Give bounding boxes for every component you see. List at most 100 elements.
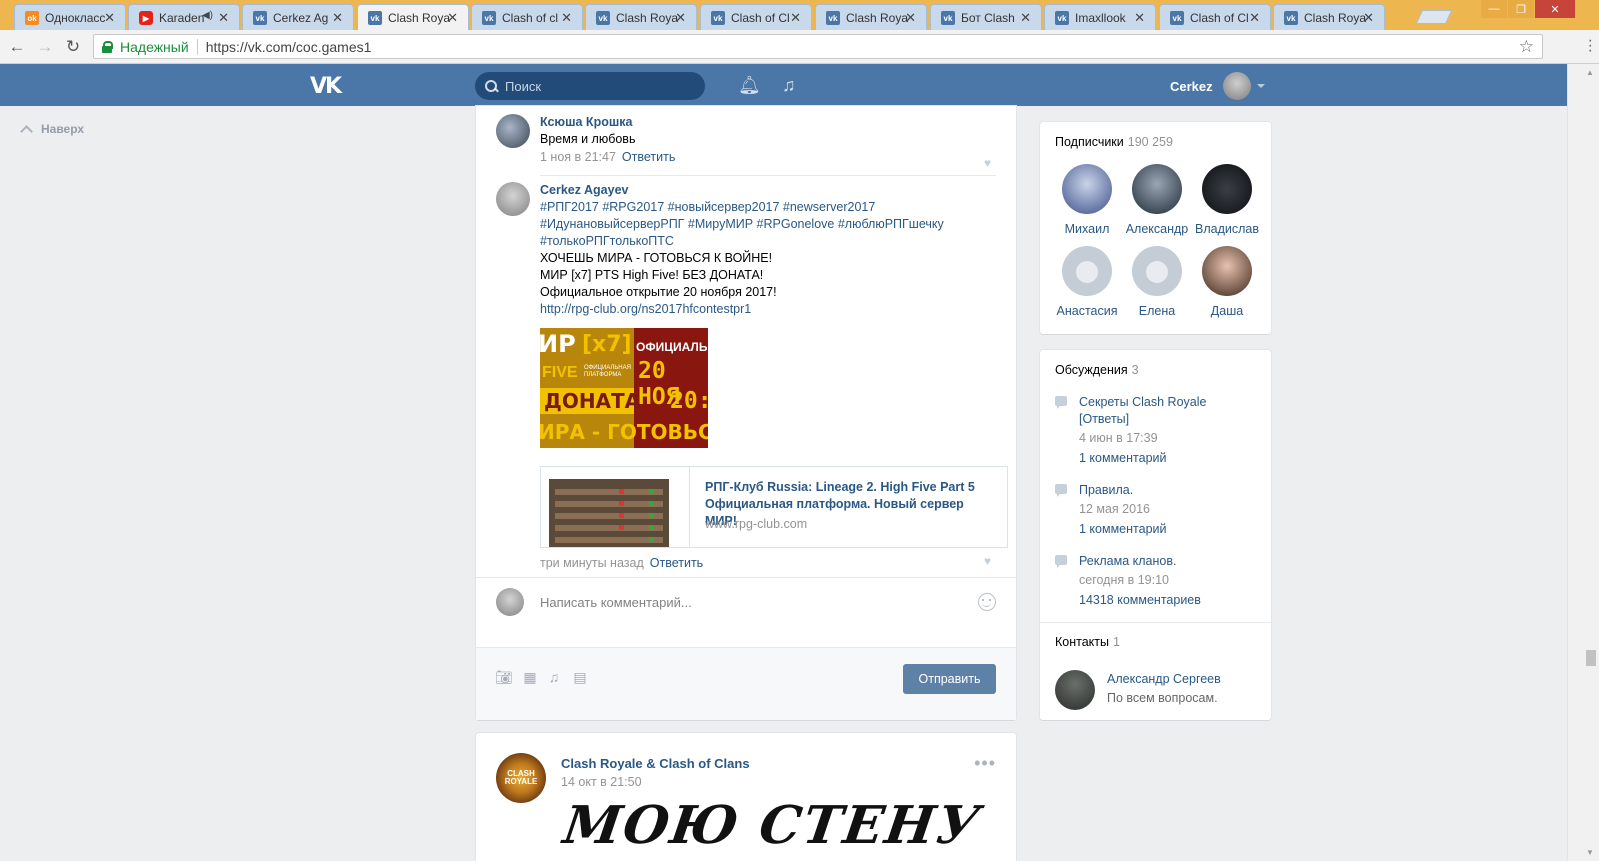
reload-icon[interactable]: ↻ bbox=[62, 36, 84, 58]
close-icon[interactable]: ✕ bbox=[332, 10, 343, 26]
minimize-icon[interactable]: — bbox=[1481, 0, 1507, 18]
comment-link[interactable]: http://rpg-club.org/ns2017hfcontestpr1 bbox=[540, 301, 996, 318]
user-menu[interactable]: Cerkez bbox=[1170, 72, 1265, 100]
close-icon[interactable]: ✕ bbox=[218, 10, 229, 26]
block-title[interactable]: Контакты bbox=[1055, 635, 1109, 649]
tab-youtube[interactable]: ▶ Karaden ◀) ✕ bbox=[128, 4, 240, 30]
avatar[interactable] bbox=[1055, 670, 1095, 710]
close-icon[interactable]: ✕ bbox=[1020, 10, 1031, 26]
music-icon[interactable]: ♫ bbox=[782, 75, 796, 96]
link-snippet[interactable]: РПГ-Клуб Russia: Lineage 2. High Five Pa… bbox=[540, 466, 1008, 548]
close-icon[interactable]: ✕ bbox=[1134, 10, 1145, 26]
close-icon[interactable]: ✕ bbox=[1363, 10, 1374, 26]
document-icon[interactable]: ▤ bbox=[572, 669, 588, 685]
video-icon[interactable]: ▦ bbox=[522, 669, 538, 685]
scroll-down-icon[interactable]: ▼ bbox=[1586, 848, 1594, 857]
discussion-comments[interactable]: 1 комментарий bbox=[1079, 448, 1254, 468]
discussion-item[interactable]: Секреты Clash Royale [Ответы] 4 июн в 17… bbox=[1055, 394, 1255, 474]
tab-clash-of-clans[interactable]: vk Clash of cl ✕ bbox=[471, 4, 583, 30]
bookmark-star-icon[interactable]: ☆ bbox=[1519, 37, 1534, 57]
block-title[interactable]: Обсуждения bbox=[1055, 363, 1128, 377]
scroll-top-label: Наверх bbox=[41, 122, 85, 136]
emoji-icon[interactable] bbox=[978, 593, 996, 611]
hashtags[interactable]: #толькоРПГтолькоПТС bbox=[540, 233, 996, 250]
comment-author[interactable]: Ксюша Крошка bbox=[540, 114, 996, 131]
close-icon[interactable]: ✕ bbox=[790, 10, 801, 26]
new-tab-button[interactable] bbox=[1415, 10, 1453, 24]
close-icon[interactable]: ✕ bbox=[905, 10, 916, 26]
discussion-title[interactable]: Секреты Clash Royale [Ответы] bbox=[1079, 394, 1254, 428]
tab-clash-royale[interactable]: vk Clash Roya ✕ bbox=[1273, 4, 1385, 30]
more-icon[interactable]: ••• bbox=[974, 753, 996, 774]
like-heart-icon[interactable]: ♥ bbox=[984, 555, 996, 567]
close-icon[interactable]: ✕ bbox=[1249, 10, 1260, 26]
tab-clash-royale[interactable]: vk Clash Roya ✕ bbox=[585, 4, 697, 30]
speaker-icon[interactable]: ◀) bbox=[202, 10, 213, 21]
member-item[interactable]: Михаил bbox=[1052, 164, 1122, 236]
address-bar[interactable]: Надежный https://vk.com/coc.games1 ☆ bbox=[93, 34, 1543, 59]
scroll-top-button[interactable]: Наверх bbox=[18, 122, 85, 138]
forward-icon[interactable]: → bbox=[34, 36, 56, 58]
search-input[interactable] bbox=[505, 78, 685, 94]
member-item[interactable]: Елена bbox=[1122, 246, 1192, 318]
close-window-icon[interactable]: ✕ bbox=[1535, 0, 1575, 18]
member-item[interactable]: Владислав bbox=[1192, 164, 1262, 236]
member-item[interactable]: Анастасия bbox=[1052, 246, 1122, 318]
tab-clash-of-clans[interactable]: vk Clash of Cl ✕ bbox=[700, 4, 812, 30]
music-icon[interactable]: ♫ bbox=[546, 669, 562, 685]
scrollbar[interactable]: ▲ ▼ bbox=[1567, 64, 1599, 861]
avatar[interactable] bbox=[496, 182, 530, 216]
back-icon[interactable]: ← bbox=[6, 36, 28, 58]
discussion-item[interactable]: Реклама кланов. сегодня в 19:10 14318 ко… bbox=[1055, 553, 1255, 613]
check-icon bbox=[649, 513, 654, 518]
tab-clash-royale[interactable]: vk Clash Roya ✕ bbox=[815, 4, 927, 30]
scroll-up-icon[interactable]: ▲ bbox=[1586, 68, 1594, 77]
discussion-comments[interactable]: 1 комментарий bbox=[1079, 519, 1254, 539]
search-box[interactable] bbox=[475, 72, 705, 100]
tab-cerkez[interactable]: vk Cerkez Ag ✕ bbox=[242, 4, 354, 30]
close-icon[interactable]: ✕ bbox=[675, 10, 686, 26]
comment-text: Официальное открытие 20 ноября 2017! bbox=[540, 285, 777, 299]
post-author[interactable]: Clash Royale & Clash of Clans bbox=[561, 756, 750, 771]
block-count: 1 bbox=[1113, 635, 1120, 649]
attached-image[interactable]: ИР [x7] ОФИЦИАЛЬ FIVE ОФИЦИАЛЬНАЯ ПЛАТФО… bbox=[540, 328, 708, 448]
hashtags[interactable]: #ИдунановыйсерверРПГ #МируМИР #RPGonelov… bbox=[540, 216, 996, 233]
close-icon[interactable]: ✕ bbox=[561, 10, 572, 26]
restore-icon[interactable]: ❐ bbox=[1508, 0, 1534, 18]
discussion-comments[interactable]: 14318 комментариев bbox=[1079, 590, 1254, 610]
contact-name[interactable]: Александр Сергеев bbox=[1107, 672, 1221, 686]
tab-odnoklassniki[interactable]: ok Однокласс ✕ bbox=[14, 4, 126, 30]
tab-clash-royale-active[interactable]: vk Clash Roya ✕ bbox=[357, 4, 469, 30]
discussion-title[interactable]: Правила. bbox=[1079, 482, 1254, 499]
scroll-thumb[interactable] bbox=[1586, 650, 1596, 666]
tab-clash-of-clans[interactable]: vk Clash of Cl ✕ bbox=[1159, 4, 1271, 30]
avatar[interactable]: CLASH ROYALE bbox=[496, 753, 546, 803]
bell-icon[interactable]: 🔔︎ bbox=[738, 75, 761, 96]
reply-link[interactable]: Ответить bbox=[622, 150, 675, 164]
close-icon[interactable]: ✕ bbox=[104, 10, 115, 26]
vk-logo[interactable]: VK bbox=[310, 74, 344, 99]
hashtags[interactable]: #РПГ2017 #RPG2017 #новыйсервер2017 #news… bbox=[540, 199, 996, 216]
block-title[interactable]: Подписчики bbox=[1055, 135, 1124, 149]
comment-input[interactable]: Написать комментарий... bbox=[540, 595, 692, 610]
send-button[interactable]: Отправить bbox=[903, 664, 996, 694]
reply-link[interactable]: Ответить bbox=[650, 556, 703, 570]
like-heart-icon[interactable]: ♥ bbox=[984, 157, 996, 169]
block-count: 190 259 bbox=[1127, 135, 1173, 149]
avatar[interactable] bbox=[496, 114, 530, 148]
tab-imaxllook[interactable]: vk Imaxllook ✕ bbox=[1044, 4, 1156, 30]
comment-author[interactable]: Cerkez Agayev bbox=[540, 182, 996, 199]
avatar bbox=[1202, 246, 1252, 296]
post-date[interactable]: 14 окт в 21:50 bbox=[561, 775, 642, 789]
tab-bot-clash[interactable]: vk Бот Clash ✕ bbox=[930, 4, 1042, 30]
member-item[interactable]: Александр bbox=[1122, 164, 1192, 236]
discussion-item[interactable]: Правила. 12 мая 2016 1 комментарий bbox=[1055, 482, 1255, 542]
comment-date[interactable]: 1 ноя в 21:47 bbox=[540, 150, 616, 164]
discussion-title[interactable]: Реклама кланов. bbox=[1079, 553, 1254, 570]
member-item[interactable]: Даша bbox=[1192, 246, 1262, 318]
camera-icon[interactable]: 📷︎ bbox=[495, 669, 513, 685]
browser-menu-icon[interactable]: · · · bbox=[1588, 33, 1593, 59]
member-name: Михаил bbox=[1064, 222, 1110, 236]
close-icon[interactable]: ✕ bbox=[447, 10, 458, 26]
comment-date[interactable]: три минуты назад bbox=[540, 556, 644, 570]
